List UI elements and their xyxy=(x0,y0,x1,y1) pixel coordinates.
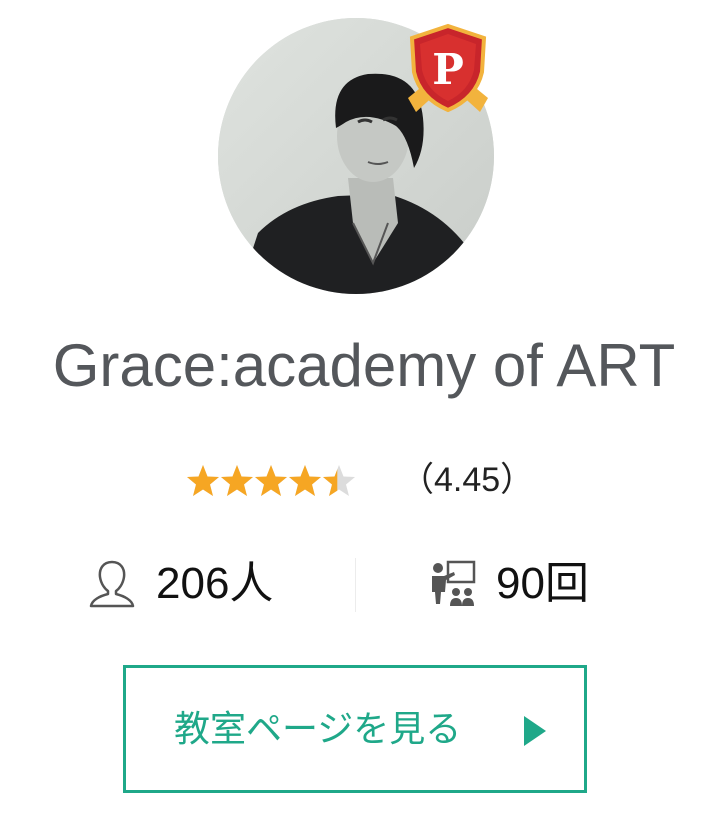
star-icon xyxy=(322,460,356,500)
lessons-stat: 90回 xyxy=(428,554,589,614)
stats-row: 206人 90回 xyxy=(0,548,728,618)
star-icon xyxy=(288,460,322,500)
star-icon xyxy=(186,460,220,500)
star-icon xyxy=(220,460,254,500)
person-outline-icon xyxy=(89,560,135,608)
premium-shield-icon: P xyxy=(398,20,498,120)
students-stat: 206人 xyxy=(88,554,273,614)
classroom-page-button[interactable]: 教室ページを見る xyxy=(123,665,587,793)
rating-row: （4.45） xyxy=(0,452,728,508)
rating-value: （4.45） xyxy=(400,461,535,499)
teacher-name: Grace:academy of ART xyxy=(52,332,676,399)
students-count: 206人 xyxy=(156,559,274,608)
teacher-board-icon xyxy=(432,560,476,606)
rating-stars xyxy=(186,460,358,500)
play-triangle-icon xyxy=(524,716,546,746)
svg-text:P: P xyxy=(432,45,464,94)
star-icon xyxy=(254,460,288,500)
classroom-page-button-label: 教室ページを見る xyxy=(174,709,462,750)
teacher-card: P Grace:academy of ART （4.45） 206人 90回 教… xyxy=(0,0,728,822)
lessons-count: 90回 xyxy=(496,559,589,608)
stats-divider xyxy=(355,558,356,612)
